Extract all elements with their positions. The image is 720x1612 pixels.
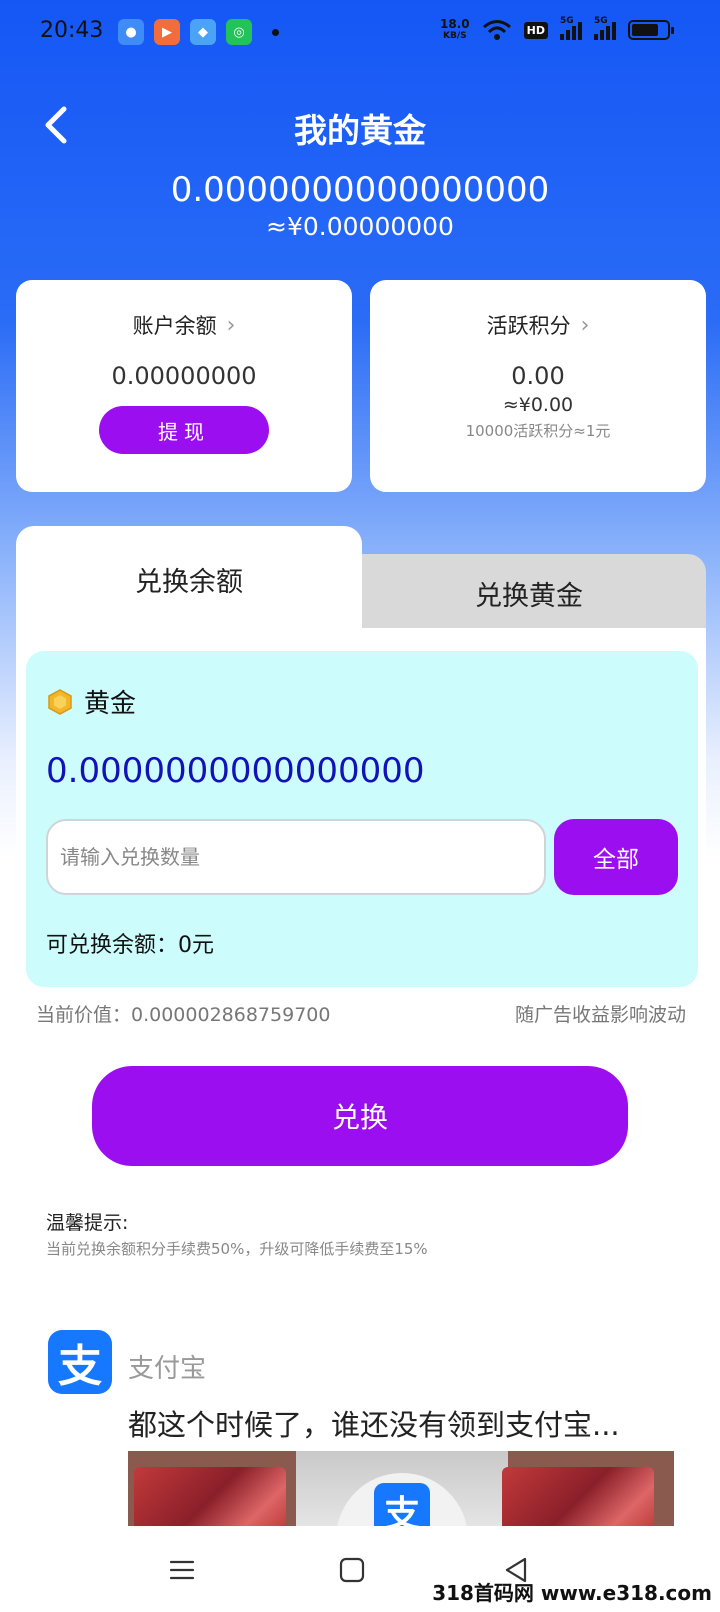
exchange-amount-field[interactable]	[46, 819, 546, 895]
gold-asset-name: 黄金	[84, 689, 137, 719]
points-card-title: 活跃积分	[486, 314, 571, 338]
notification-icons: ● ▶ ◆ ◎	[118, 19, 279, 45]
wifi-icon	[482, 20, 511, 40]
gold-exchange-box: 黄金 0.0000000000000000 全部 可兑换余额：0元	[26, 651, 698, 987]
hd-badge: HD	[523, 21, 548, 39]
signal-2-label: 5G	[594, 16, 608, 26]
points-rate-note: 10000活跃积分≈1元	[465, 422, 611, 440]
exchange-button[interactable]: 兑换	[92, 1066, 628, 1166]
balance-card-header[interactable]: 账户余额 ›	[16, 310, 352, 340]
tips-title: 温馨提示:	[46, 1212, 129, 1234]
net-speed-value: 18.0	[440, 17, 470, 31]
alipay-mini-logo-icon: 支	[374, 1483, 430, 1526]
tab-exchange-balance[interactable]: 兑换余额	[16, 526, 362, 630]
withdraw-button[interactable]: 提现	[99, 406, 269, 454]
points-card-header[interactable]: 活跃积分 ›	[370, 310, 706, 340]
app-icon-3: ◆	[190, 19, 216, 45]
balance-card-title: 账户余额	[132, 314, 217, 338]
exchange-amount-input[interactable]	[48, 821, 544, 893]
ad-thumb-right	[502, 1467, 654, 1526]
available-balance: 可兑换余额：0元	[46, 933, 214, 958]
status-time: 20:43	[40, 18, 104, 43]
ad-thumb-left	[134, 1467, 286, 1526]
gold-asset-label: 黄金	[46, 683, 136, 720]
status-right: 18.0 KB/S HD 5G 5G	[440, 16, 674, 42]
alipay-logo-icon[interactable]: 支	[48, 1330, 112, 1394]
app-icon-2: ▶	[154, 19, 180, 45]
gold-coin-icon	[48, 688, 72, 715]
ad-image[interactable]: 支	[128, 1451, 674, 1526]
page-title: 我的黄金	[294, 111, 426, 150]
net-speed: 18.0 KB/S	[440, 18, 470, 42]
ad-title[interactable]: 都这个时候了，谁还没有领到支付宝...	[128, 1402, 620, 1444]
signal-1-icon: 5G	[560, 16, 582, 40]
app-icon-4: ◎	[226, 19, 252, 45]
fluctuation-note: 随广告收益影响波动	[514, 1004, 686, 1026]
all-button[interactable]: 全部	[554, 819, 678, 895]
battery-fill	[632, 24, 658, 36]
balance-value: 0.00000000	[111, 362, 257, 390]
ad-brand[interactable]: 支付宝	[128, 1348, 206, 1385]
app-icon-1: ●	[118, 19, 144, 45]
home-square-icon	[339, 1557, 365, 1583]
gold-cny-value: ≈¥0.00000000	[266, 212, 454, 241]
points-value: 0.00	[511, 362, 565, 390]
points-card: 活跃积分 › 0.00 ≈¥0.00 10000活跃积分≈1元	[370, 280, 706, 492]
gold-asset-amount: 0.0000000000000000	[46, 751, 425, 791]
menu-icon	[169, 1560, 195, 1580]
watermark: 318首码网 www.e318.com	[432, 1581, 712, 1605]
tips-text: 当前兑换余额积分手续费50%，升级可降低手续费至15%	[46, 1240, 428, 1258]
ad-center-panel: 支	[296, 1451, 508, 1526]
current-price: 当前价值：0.000002868759700	[36, 1004, 331, 1026]
system-nav-bar: 318首码网 www.e318.com	[0, 1526, 720, 1612]
price-row: 当前价值：0.000002868759700 随广告收益影响波动	[36, 1000, 686, 1027]
signal-1-label: 5G	[560, 16, 574, 26]
chevron-right-icon: ›	[580, 312, 590, 338]
tab-exchange-gold[interactable]: 兑换黄金	[352, 554, 706, 632]
net-speed-unit: KB/S	[443, 31, 467, 41]
signal-2-icon: 5G	[594, 16, 616, 40]
more-notifications-dot	[272, 28, 279, 36]
home-nav-button[interactable]	[330, 1548, 374, 1592]
gold-total: 0.0000000000000000	[170, 170, 550, 210]
menu-nav-button[interactable]	[160, 1548, 204, 1592]
battery-icon	[628, 20, 674, 40]
balance-card: 账户余额 › 0.00000000 提现	[16, 280, 352, 492]
points-cny-value: ≈¥0.00	[502, 394, 574, 416]
status-bar: 20:43 ● ▶ ◆ ◎ 18.0 KB/S HD 5G 5G	[0, 0, 720, 64]
chevron-right-icon: ›	[226, 312, 236, 338]
